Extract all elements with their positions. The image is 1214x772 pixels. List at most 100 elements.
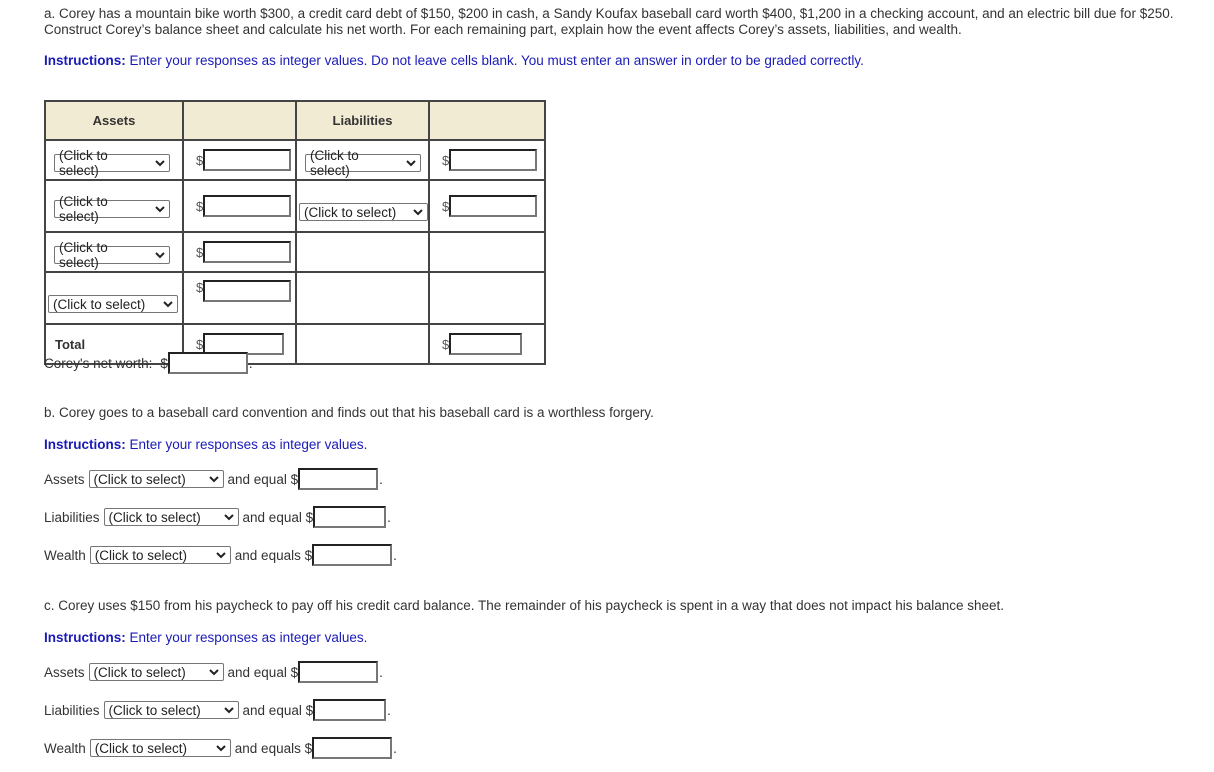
row-label: Liabilities [44, 702, 100, 718]
row-label: Assets [44, 664, 85, 680]
part-b-wealth-select[interactable]: (Click to select) [89, 546, 231, 564]
part-c-assets-input[interactable] [298, 661, 379, 683]
row-suffix: and equal $ [242, 509, 314, 525]
table-header-row: Assets Liabilities [44, 100, 546, 141]
row-label: Liabilities [44, 509, 100, 525]
chevron-down-icon [155, 160, 165, 167]
part-a-question: a. Corey has a mountain bike worth $300,… [44, 6, 1174, 37]
liability-amount-input-1[interactable] [449, 149, 538, 171]
asset-amount-input-2[interactable] [203, 195, 292, 217]
part-b-assets-input[interactable] [298, 468, 379, 490]
row-label: Wealth [44, 547, 86, 563]
part-c-instructions: Instructions: Enter your responses as in… [44, 630, 367, 645]
currency-symbol: $ [196, 244, 204, 260]
select-value: (Click to select) [310, 148, 359, 178]
liability-select-1[interactable]: (Click to select) [305, 148, 421, 178]
part-c-wealth-select[interactable]: (Click to select) [89, 739, 231, 757]
period: . [393, 740, 397, 756]
chevron-down-icon [223, 707, 234, 714]
table-row: (Click to select) $ [44, 271, 546, 325]
select-value: (Click to select) [93, 664, 186, 680]
header-assets-amount [182, 100, 297, 141]
chevron-down-icon [155, 206, 165, 213]
part-c-wealth-row: Wealth (Click to select) and equals $ . [44, 737, 397, 759]
chevron-down-icon [216, 552, 226, 559]
currency-symbol: $ [196, 280, 204, 295]
total-liabilities-input[interactable] [449, 333, 523, 355]
instructions-label: Instructions: [44, 53, 126, 68]
instructions-text: Enter your responses as integer values. … [125, 53, 864, 68]
currency-symbol: $ [442, 152, 450, 168]
currency-symbol: $ [196, 152, 204, 168]
period: . [379, 664, 383, 680]
currency-symbol: $ [442, 198, 450, 214]
header-liabilities-amount [428, 100, 546, 141]
instructions-text: Enter your responses as integer values. [125, 437, 368, 452]
part-b-wealth-input[interactable] [312, 544, 393, 566]
liability-amount-input-2[interactable] [449, 195, 538, 217]
chevron-down-icon [413, 209, 423, 216]
period: . [387, 509, 391, 525]
part-c-question: c. Corey uses $150 from his paycheck to … [44, 598, 1005, 613]
chevron-down-icon [406, 160, 416, 167]
select-value: (Click to select) [108, 509, 201, 525]
part-b-liabilities-select[interactable]: (Click to select) [103, 508, 239, 526]
asset-select-3[interactable]: (Click to select) [54, 240, 170, 270]
part-c-wealth-input[interactable] [312, 737, 393, 759]
asset-amount-input-3[interactable] [203, 241, 292, 263]
chevron-down-icon [208, 476, 219, 483]
select-value: (Click to select) [93, 471, 186, 487]
select-value: (Click to select) [59, 240, 108, 270]
select-value: (Click to select) [304, 204, 397, 220]
row-label: Assets [44, 471, 85, 487]
empty-cell [295, 323, 430, 365]
part-b-assets-select[interactable]: (Click to select) [88, 470, 224, 488]
empty-cell [295, 231, 430, 273]
liability-select-2[interactable]: (Click to select) [299, 203, 428, 221]
header-liabilities: Liabilities [295, 100, 430, 141]
select-value: (Click to select) [59, 148, 108, 178]
chevron-down-icon [216, 745, 226, 752]
part-c-liabilities-input[interactable] [313, 699, 387, 721]
currency-symbol: $ [160, 355, 168, 371]
currency-symbol: $ [442, 336, 450, 352]
period: . [393, 547, 397, 563]
instructions-label: Instructions: [44, 630, 126, 645]
table-row: (Click to select) $ (Click to select) $ [44, 179, 546, 233]
period: . [379, 471, 383, 487]
chevron-down-icon [223, 514, 234, 521]
row-suffix: and equals $ [234, 740, 313, 756]
currency-symbol: $ [196, 198, 204, 214]
part-a-instructions: Instructions: Enter your responses as in… [44, 53, 864, 68]
asset-select-4[interactable]: (Click to select) [48, 295, 178, 313]
net-worth-input[interactable] [167, 352, 248, 374]
part-b-liabilities-row: Liabilities (Click to select) and equal … [44, 506, 391, 528]
part-c-liabilities-select[interactable]: (Click to select) [103, 701, 239, 719]
chevron-down-icon [208, 669, 219, 676]
row-suffix: and equal $ [227, 664, 299, 680]
table-row: (Click to select) $ (Click to select) $ [44, 139, 546, 181]
part-c-assets-select[interactable]: (Click to select) [88, 663, 224, 681]
net-worth-label: Corey's net worth: [44, 355, 153, 371]
asset-select-2[interactable]: (Click to select) [54, 194, 170, 224]
asset-select-1[interactable]: (Click to select) [54, 148, 170, 178]
total-label: Total [55, 336, 86, 352]
currency-symbol: $ [196, 336, 204, 352]
row-suffix: and equal $ [227, 471, 299, 487]
empty-cell [428, 231, 546, 273]
part-b-liabilities-input[interactable] [313, 506, 387, 528]
net-worth-row: Corey's net worth: $ . [44, 352, 253, 374]
period: . [248, 355, 253, 371]
table-row: (Click to select) $ [44, 231, 546, 273]
select-value: (Click to select) [59, 194, 108, 224]
header-assets: Assets [44, 100, 184, 141]
instructions-label: Instructions: [44, 437, 126, 452]
row-label: Wealth [44, 740, 86, 756]
period: . [387, 702, 391, 718]
part-b-assets-row: Assets (Click to select) and equal $ . [44, 468, 383, 490]
part-b-instructions: Instructions: Enter your responses as in… [44, 437, 367, 452]
asset-amount-input-4[interactable] [203, 280, 292, 302]
asset-amount-input-1[interactable] [203, 149, 292, 171]
empty-cell [428, 271, 546, 325]
instructions-text: Enter your responses as integer values. [125, 630, 368, 645]
